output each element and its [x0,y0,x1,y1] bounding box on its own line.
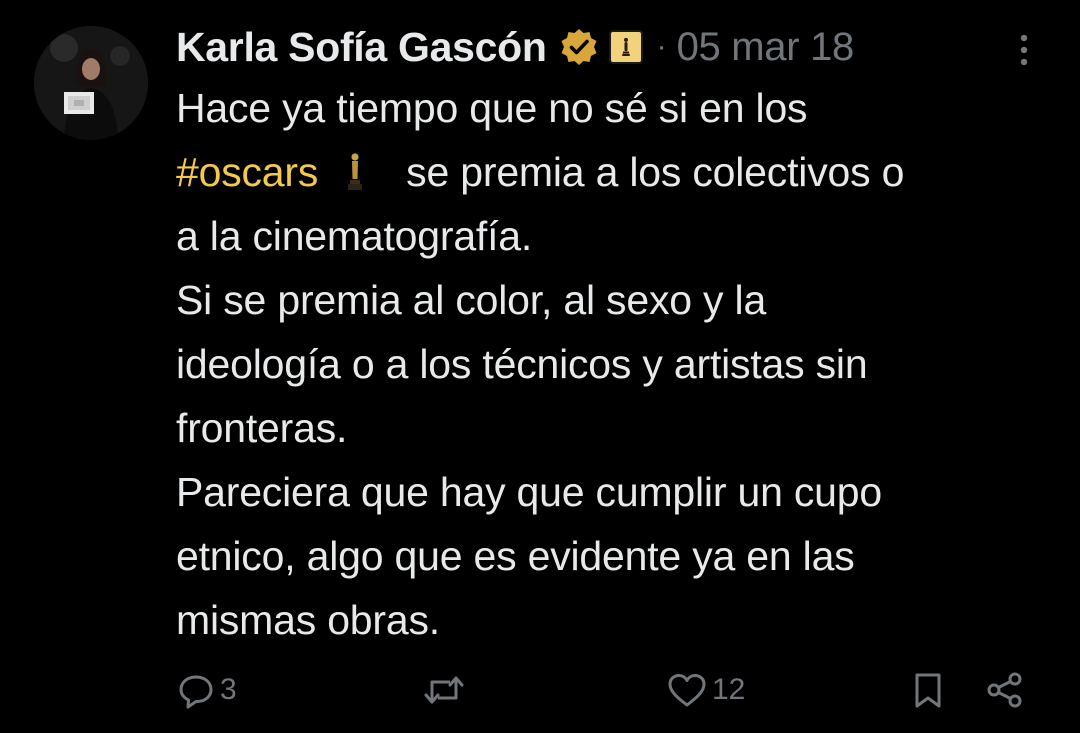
bookmark-button[interactable] [908,660,948,720]
tweet-text-line: Si se premia al color, al sexo y la [176,277,767,323]
reply-button[interactable]: 3 [176,660,237,720]
heart-icon [666,670,708,710]
more-options-icon[interactable] [1012,32,1036,72]
retweet-icon [420,670,468,710]
reply-icon [176,670,216,710]
avatar[interactable] [34,26,148,140]
like-button[interactable]: 12 [666,660,745,720]
tweet-text-line: #oscars se premia a los colectivos o [176,140,1056,204]
tweet-text-line: etnico, algo que es evidente ya en las [176,533,855,579]
reply-count: 3 [220,673,237,706]
tweet-text-line: Pareciera que hay que cumplir un cupo [176,469,882,515]
action-bar: 3 12 [0,660,1080,720]
avatar-image [34,26,148,140]
tweet-text-line: ideología o a los técnicos y artistas si… [176,341,868,387]
tweet-text: Hace ya tiempo que no sé si en los #osca… [176,76,1056,652]
tweet-text-line: Hace ya tiempo que no sé si en los [176,85,808,131]
share-button[interactable] [984,660,1026,720]
header-separator: · [656,30,667,63]
bookmark-icon [908,670,948,710]
tweet-date[interactable]: 05 mar 18 [677,25,855,70]
retweet-button[interactable] [420,660,472,720]
author-name[interactable]: Karla Sofía Gascón [176,24,547,71]
like-count: 12 [712,673,746,706]
tweet-text-line: fronteras. [176,405,348,451]
tweet-text-segment: se premia a los colectivos o [406,149,905,195]
tweet-text-line: a la cinematografía. [176,213,533,259]
affiliate-badge-icon[interactable] [608,30,643,64]
tweet-header: Karla Sofía Gascón · 05 mar 18 [176,20,854,74]
share-icon [984,670,1026,710]
verified-badge-icon[interactable] [559,27,599,67]
hashtag-link[interactable]: #oscars [176,149,318,195]
tweet-text-line: mismas obras. [176,597,440,643]
oscar-trophy-emoji [344,146,366,190]
